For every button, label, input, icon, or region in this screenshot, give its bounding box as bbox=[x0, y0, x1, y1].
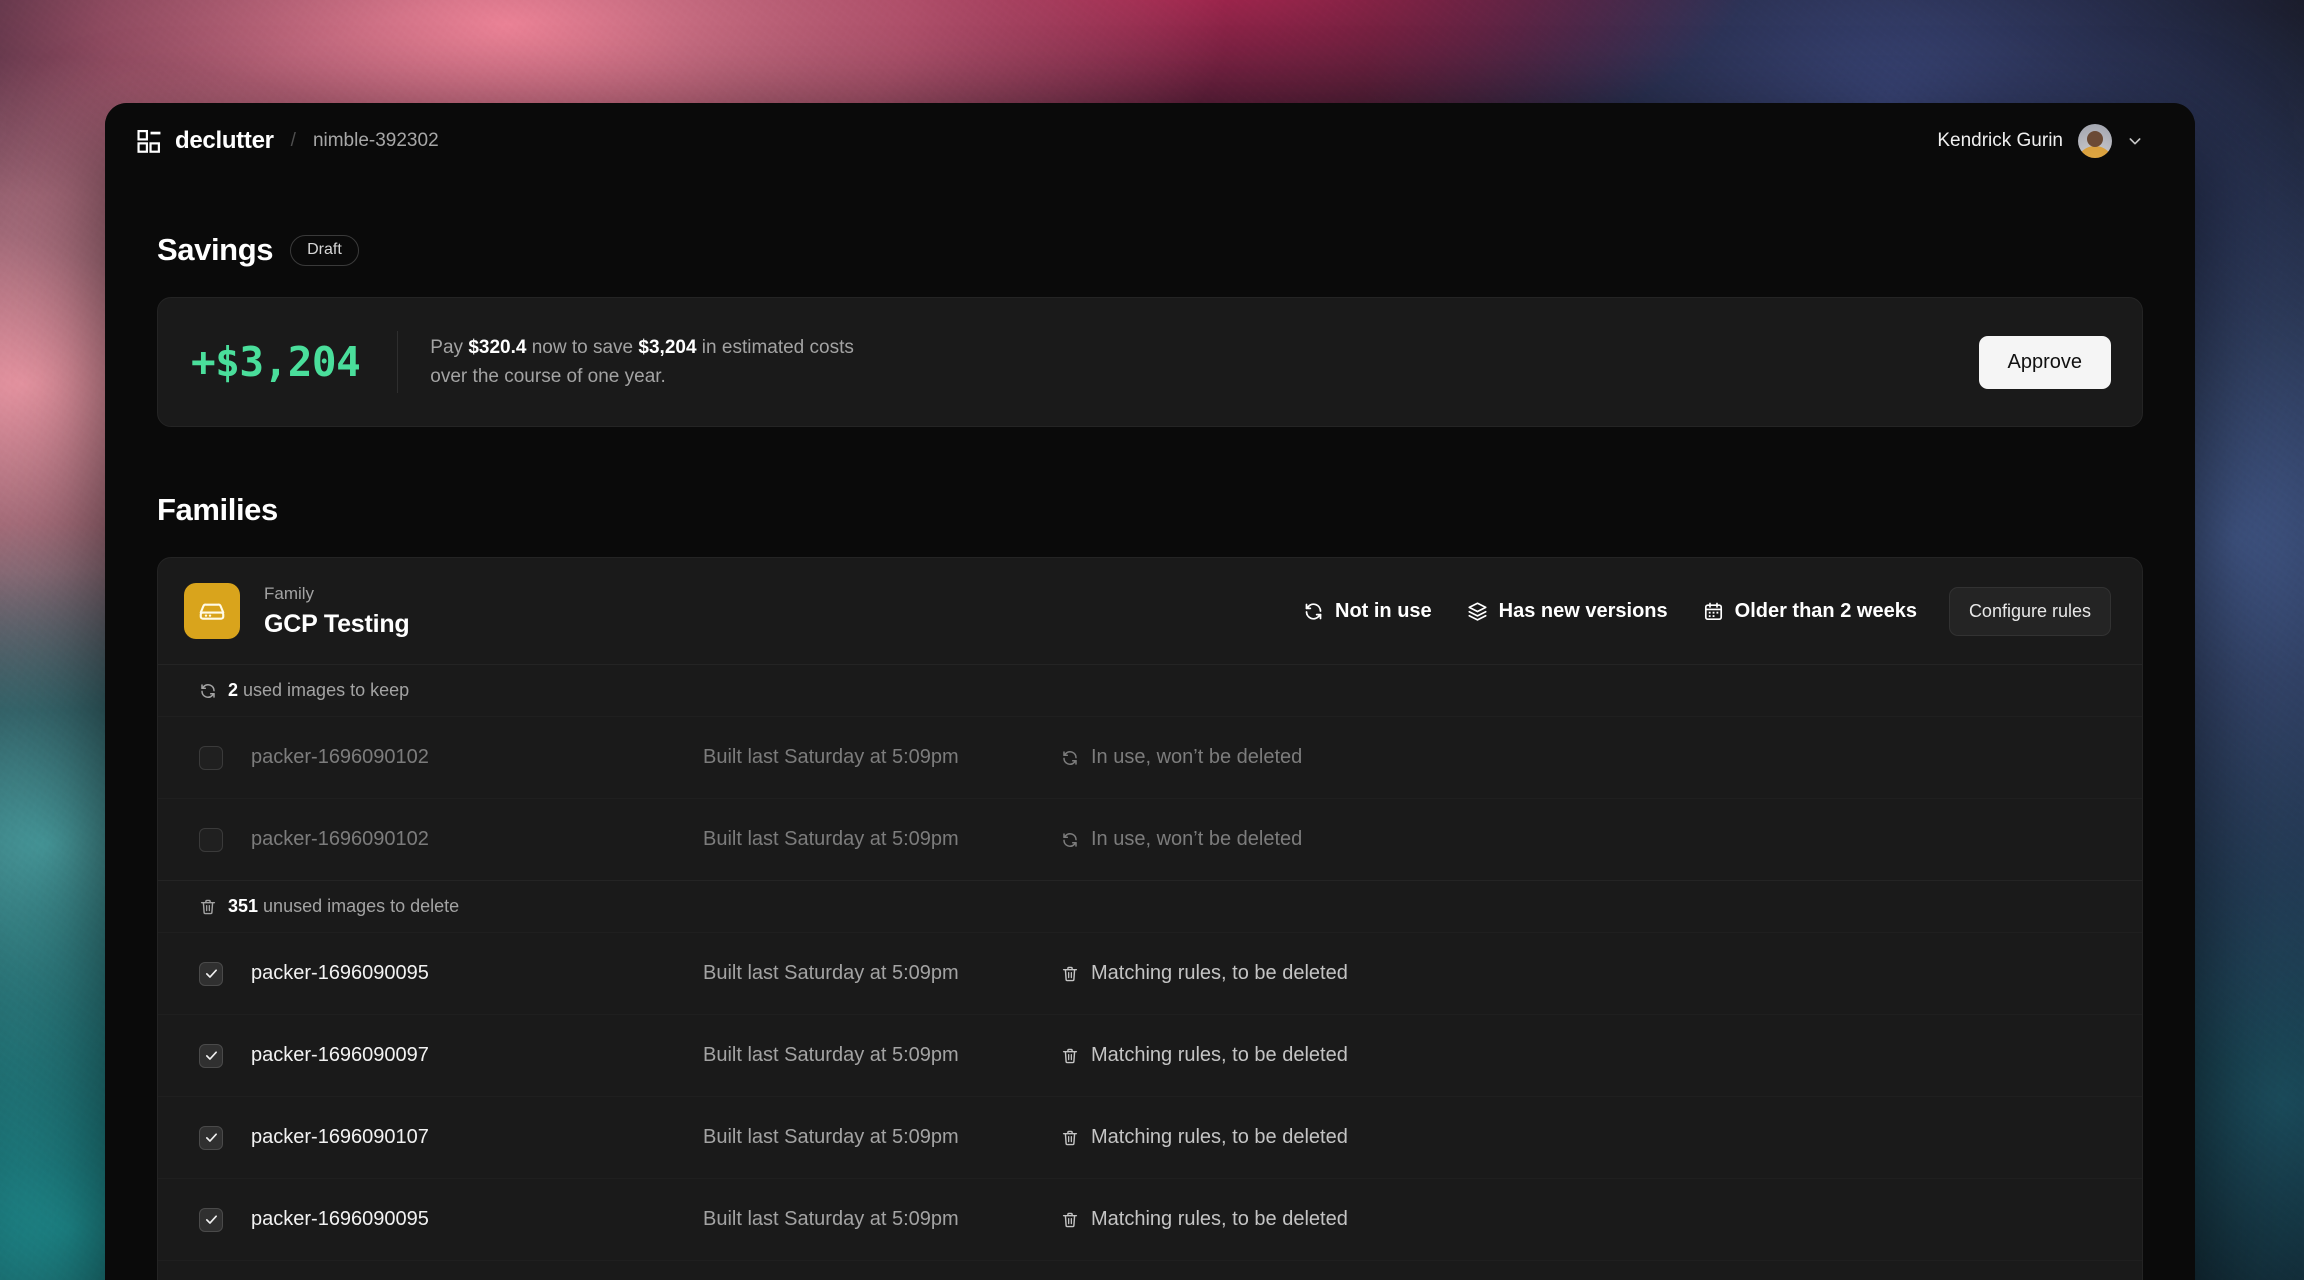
image-status-label: Matching rules, to be deleted bbox=[1091, 1044, 1348, 1066]
refresh-cycle-icon bbox=[1305, 602, 1322, 620]
family-rules: Not in use Has new versions Older than 2… bbox=[1303, 600, 1917, 623]
image-groups: 2 used images to keep packer-1696090102 Bu… bbox=[158, 664, 2142, 1280]
table-row[interactable]: packer-1696090095 Built last Saturday at … bbox=[158, 1178, 2142, 1260]
breadcrumb-project[interactable]: nimble-392302 bbox=[313, 130, 439, 152]
chevron-down-icon bbox=[2129, 138, 2141, 145]
divider bbox=[397, 331, 399, 393]
image-status-label: Matching rules, to be deleted bbox=[1091, 1208, 1348, 1230]
savings-section-header: Savings Draft bbox=[157, 232, 2143, 268]
trash-icon bbox=[1062, 1212, 1078, 1227]
image-built-time: Built last Saturday at 5:09pm bbox=[703, 1126, 959, 1148]
approve-button[interactable]: Approve bbox=[1978, 335, 2111, 389]
refresh-cycle-icon bbox=[1063, 750, 1077, 765]
refresh-cycle-icon bbox=[201, 683, 215, 698]
image-built-time: Built last Saturday at 5:09pm bbox=[703, 1208, 959, 1230]
brand-name: declutter bbox=[175, 127, 274, 154]
savings-card: +$3,204 Pay $320.4 now to save $3,204 in… bbox=[157, 297, 2143, 427]
rule-label: Has new versions bbox=[1498, 599, 1668, 622]
main-content: Savings Draft +$3,204 Pay $320.4 now to … bbox=[105, 232, 2195, 1280]
savings-description: Pay $320.4 now to save $3,204 in estimat… bbox=[430, 333, 860, 392]
table-row[interactable]: packer-1696090102 Built last Saturday at … bbox=[158, 798, 2142, 880]
app-window: declutter / nimble-392302 Kendrick Gurin… bbox=[105, 103, 2195, 1280]
family-meta: Family GCP Testing bbox=[264, 583, 410, 638]
rule-label: Not in use bbox=[1335, 599, 1432, 622]
savings-amount: +$3,204 bbox=[191, 338, 361, 386]
savings-copy-pre: Pay bbox=[430, 336, 469, 358]
image-name: packer-1696090097 bbox=[251, 1044, 429, 1066]
rule-not-in-use: Not in use bbox=[1303, 600, 1432, 623]
family-card: Family GCP Testing Not in use Has new ve… bbox=[157, 557, 2143, 1280]
families-title: Families bbox=[157, 492, 278, 527]
row-checkbox[interactable] bbox=[199, 1125, 223, 1150]
savings-save-amount: $3,204 bbox=[638, 336, 697, 358]
table-row[interactable]: packer-1696090107 Built last Saturday at … bbox=[158, 1096, 2142, 1178]
image-name: packer-1696090102 bbox=[251, 828, 429, 850]
image-built-time: Built last Saturday at 5:09pm bbox=[703, 746, 959, 768]
image-status: Matching rules, to be deleted bbox=[1061, 1126, 1348, 1149]
trash-icon bbox=[1062, 1048, 1078, 1063]
group-header: 2 used images to keep bbox=[158, 664, 2142, 716]
row-checkbox[interactable] bbox=[199, 827, 223, 852]
row-checkbox[interactable] bbox=[199, 961, 223, 986]
family-card-header: Family GCP Testing Not in use Has new ve… bbox=[158, 558, 2142, 664]
trash-icon bbox=[200, 899, 216, 914]
group-header: 351 unused images to delete bbox=[158, 880, 2142, 932]
rule-older-than-2-weeks: Older than 2 weeks bbox=[1703, 600, 1917, 623]
image-built-time: Built last Saturday at 5:09pm bbox=[703, 962, 959, 984]
status-badge: Draft bbox=[290, 234, 359, 266]
top-bar: declutter / nimble-392302 Kendrick Gurin bbox=[105, 103, 2195, 179]
calendar-icon bbox=[1704, 602, 1722, 620]
row-checkbox[interactable] bbox=[199, 745, 223, 770]
configure-rules-button[interactable]: Configure rules bbox=[1948, 586, 2111, 636]
group-count: 2 used images to keep bbox=[228, 680, 410, 700]
group-count: 351 unused images to delete bbox=[228, 896, 460, 916]
savings-pay-amount: $320.4 bbox=[468, 336, 527, 358]
image-status: Matching rules, to be deleted bbox=[1061, 1208, 1348, 1231]
image-status: In use, won’t be deleted bbox=[1061, 746, 1302, 769]
image-name: packer-1696090095 bbox=[251, 962, 429, 984]
user-name: Kendrick Gurin bbox=[1937, 130, 2063, 151]
savings-copy-mid: now to save bbox=[526, 336, 639, 358]
image-name: packer-1696090102 bbox=[251, 746, 429, 768]
row-checkbox[interactable] bbox=[199, 1207, 223, 1232]
rule-label: Older than 2 weeks bbox=[1734, 599, 1917, 622]
table-row[interactable]: packer-1696090102 Built last Saturday at … bbox=[158, 716, 2142, 798]
image-name: packer-1696090107 bbox=[251, 1126, 429, 1148]
refresh-cycle-icon bbox=[1063, 832, 1077, 847]
image-status-label: In use, won’t be deleted bbox=[1091, 746, 1303, 768]
image-built-time: Built last Saturday at 5:09pm bbox=[703, 828, 959, 850]
family-name: GCP Testing bbox=[264, 609, 410, 638]
user-menu[interactable]: Kendrick Gurin bbox=[1937, 124, 2143, 158]
trash-icon bbox=[1062, 966, 1078, 981]
breadcrumb-separator: / bbox=[290, 130, 296, 151]
image-status: Matching rules, to be deleted bbox=[1061, 962, 1348, 985]
image-status-label: In use, won’t be deleted bbox=[1091, 828, 1303, 850]
trash-icon bbox=[1062, 1130, 1078, 1145]
image-status-label: Matching rules, to be deleted bbox=[1091, 962, 1348, 984]
table-row[interactable]: packer-1696090101Built last Saturday at … bbox=[158, 1260, 2142, 1280]
image-status-label: Matching rules, to be deleted bbox=[1091, 1126, 1348, 1148]
layers-icon bbox=[1468, 601, 1487, 621]
page-title: Savings bbox=[157, 232, 274, 267]
table-row[interactable]: packer-1696090095 Built last Saturday at … bbox=[158, 932, 2142, 1014]
image-built-time: Built last Saturday at 5:09pm bbox=[703, 1044, 959, 1066]
rule-has-new-versions: Has new versions bbox=[1467, 600, 1668, 623]
image-status: In use, won’t be deleted bbox=[1061, 828, 1302, 851]
hard-drive-icon bbox=[184, 583, 240, 639]
table-row[interactable]: packer-1696090097 Built last Saturday at … bbox=[158, 1014, 2142, 1096]
brand-logo[interactable]: declutter bbox=[137, 127, 274, 155]
row-checkbox[interactable] bbox=[199, 1043, 223, 1068]
blocks-logo-icon bbox=[137, 129, 161, 153]
image-name: packer-1696090095 bbox=[251, 1208, 429, 1230]
families-section-header: Families bbox=[157, 492, 2143, 528]
avatar bbox=[2078, 124, 2112, 158]
family-kicker: Family bbox=[264, 584, 315, 604]
image-status: Matching rules, to be deleted bbox=[1061, 1044, 1348, 1067]
